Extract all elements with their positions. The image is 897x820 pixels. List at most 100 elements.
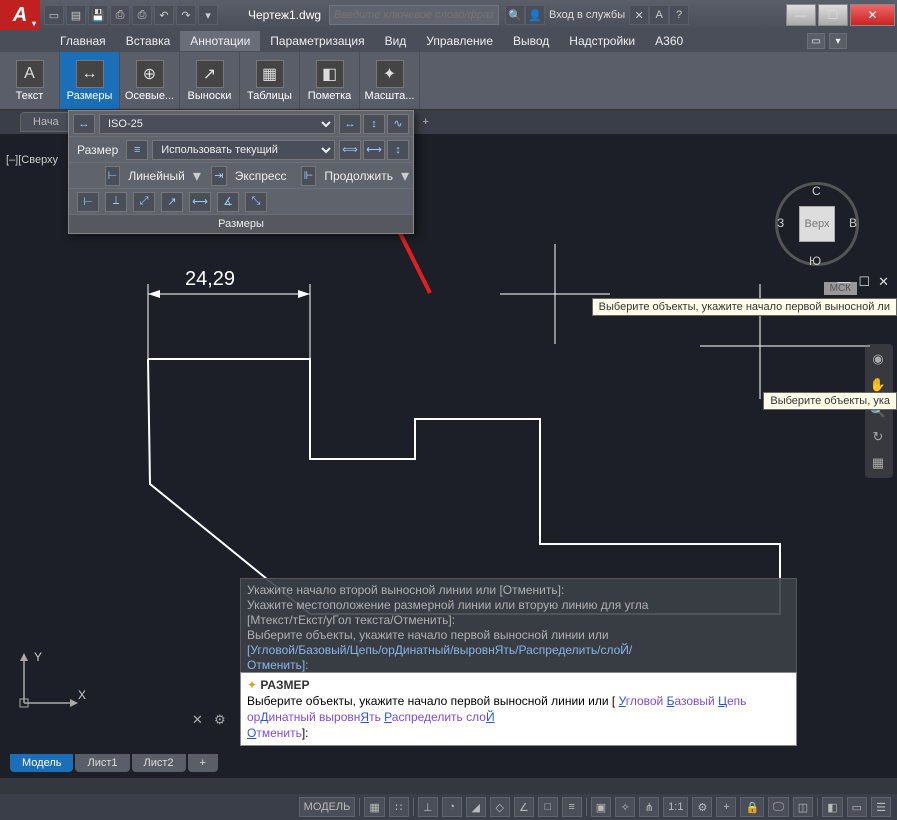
sb-clean-icon[interactable]: ▭ <box>847 797 867 817</box>
dim-tool-icon[interactable]: ∿ <box>387 114 409 134</box>
tab-sheet2[interactable]: Лист2 <box>132 754 186 772</box>
menu-parametrize[interactable]: Параметризация <box>260 31 374 51</box>
tab-sheet1[interactable]: Лист1 <box>75 754 129 772</box>
cmd-option[interactable]: Цепь <box>718 694 746 708</box>
file-tab-start[interactable]: Нача <box>20 112 72 132</box>
sb-osnap-icon[interactable]: ◇ <box>490 797 510 817</box>
sb-gizmo-icon[interactable]: ✧ <box>615 797 635 817</box>
sb-gear-icon[interactable]: ⚙ <box>692 797 712 817</box>
command-line[interactable]: ✦ РАЗМЕР Выберите объекты, укажите начал… <box>240 672 797 746</box>
sb-scale[interactable]: 1:1 <box>663 797 688 817</box>
ribbon-scale[interactable]: ✦Масшта... <box>360 52 420 109</box>
qat-undo-icon[interactable]: ↶ <box>154 5 174 25</box>
qat-saveas-icon[interactable]: ⎙ <box>110 5 130 25</box>
dim-subtool-icon[interactable]: ⤡ <box>245 192 267 212</box>
menu-addins[interactable]: Надстройки <box>559 31 645 51</box>
dim-subtool-icon[interactable]: ⊢ <box>77 192 99 212</box>
sb-lineweight-icon[interactable]: ≡ <box>562 797 582 817</box>
sb-iso2-icon[interactable]: ◧ <box>822 797 842 817</box>
ribbon-centerlines[interactable]: ⊕Осевые... <box>120 52 180 109</box>
sb-otrack-icon[interactable]: ∠ <box>514 797 534 817</box>
menu-output[interactable]: Вывод <box>503 31 559 51</box>
viewcube-face[interactable]: Верх <box>799 206 835 242</box>
dim-subtool-icon[interactable]: ⟘ <box>105 192 127 212</box>
continue-icon[interactable]: ⊩ <box>301 166 317 186</box>
sb-osnap2-icon[interactable]: □ <box>538 797 558 817</box>
qat-new-icon[interactable]: ▭ <box>44 5 64 25</box>
tab-plus-icon[interactable]: + <box>416 116 436 128</box>
express-icon[interactable]: ⇥ <box>211 166 227 186</box>
menu-home[interactable]: Главная <box>50 31 116 51</box>
sb-lock-icon[interactable]: 🔒 <box>740 797 764 817</box>
ribbon-markup[interactable]: ◧Пометка <box>300 52 360 109</box>
menu-view[interactable]: Вид <box>375 31 417 51</box>
cmd-settings-icon[interactable]: ⚙ <box>214 712 232 730</box>
dim-subtool-icon[interactable]: ⟷ <box>189 192 211 212</box>
dim-tool-icon[interactable]: ⟷ <box>363 140 385 160</box>
qat-save-icon[interactable]: 💾 <box>88 5 108 25</box>
viewcube[interactable]: Верх С Ю З В <box>767 174 867 274</box>
cmd-close-icon[interactable]: ✕ <box>192 712 210 730</box>
sb-monitor-icon[interactable]: 🖵 <box>768 797 789 817</box>
express-button[interactable]: Экспресс <box>231 169 291 183</box>
qat-print-icon[interactable]: ⎙ <box>132 5 152 25</box>
keyword-search-input[interactable] <box>329 5 499 25</box>
dim-subtool-icon[interactable]: ⤢ <box>133 192 155 212</box>
cmd-option[interactable]: орДинатный <box>247 710 316 724</box>
ribbon-text[interactable]: АТекст <box>0 52 60 109</box>
sb-iso-icon[interactable]: ◢ <box>466 797 486 817</box>
menu-insert[interactable]: Вставка <box>116 31 181 51</box>
dim-tool-icon[interactable]: ↕ <box>363 114 385 134</box>
cmd-option[interactable]: выровнЯть <box>319 710 381 724</box>
maximize-button[interactable]: ☐ <box>818 4 848 26</box>
cmd-option[interactable]: слоЙ <box>466 710 494 724</box>
minimize-button[interactable]: — <box>786 4 816 26</box>
help-icon[interactable]: ? <box>669 5 689 25</box>
linear-dim-icon[interactable]: ⊢ <box>105 166 121 186</box>
sb-model[interactable]: МОДЕЛЬ <box>299 797 356 817</box>
sb-filter-icon[interactable]: ⋔ <box>639 797 659 817</box>
qat-more-icon[interactable]: ▾ <box>198 5 218 25</box>
sb-menu-icon[interactable]: ☰ <box>871 797 891 817</box>
viewcube-west[interactable]: З <box>777 216 784 230</box>
showmenu-icon[interactable]: ▦ <box>867 452 889 474</box>
panel-icon[interactable]: ▭ <box>807 33 825 49</box>
tab-model[interactable]: Модель <box>10 754 73 772</box>
qat-open-icon[interactable]: ▤ <box>66 5 86 25</box>
doc-close-icon[interactable]: ✕ <box>878 274 889 290</box>
layer-select[interactable]: Использовать текущий <box>152 140 335 160</box>
cmd-option[interactable]: Распределить <box>384 710 463 724</box>
qat-redo-icon[interactable]: ↷ <box>176 5 196 25</box>
ribbon-dimensions[interactable]: ↔Размеры <box>60 52 120 109</box>
sb-snap-icon[interactable]: ∷ <box>389 797 409 817</box>
cmd-option[interactable]: Базовый <box>667 694 715 708</box>
ribbon-tables[interactable]: ▦Таблицы <box>240 52 300 109</box>
viewcube-north[interactable]: С <box>812 184 821 198</box>
dimension-main-icon[interactable]: ↔ <box>73 114 95 134</box>
sb-sel-icon[interactable]: ▣ <box>591 797 611 817</box>
sb-ortho-icon[interactable]: ⊥ <box>418 797 438 817</box>
linear-button[interactable]: Линейный <box>124 169 189 183</box>
continue-button[interactable]: Продолжить <box>320 169 397 183</box>
sb-plus-icon[interactable]: + <box>716 797 736 817</box>
exchange-icon[interactable]: ✕ <box>629 5 649 25</box>
signin-link[interactable]: Вход в службы <box>549 9 625 21</box>
a360-icon[interactable]: A <box>649 5 669 25</box>
tab-add-icon[interactable]: + <box>188 754 218 772</box>
cmd-option[interactable]: Угловой <box>619 694 664 708</box>
menu-a360[interactable]: A360 <box>645 31 693 51</box>
dim-subtool-icon[interactable]: ∡ <box>217 192 239 212</box>
full-nav-icon[interactable]: ◉ <box>867 348 889 370</box>
sb-grid-icon[interactable]: ▦ <box>364 797 384 817</box>
dim-subtool-icon[interactable]: ↗ <box>161 192 183 212</box>
user-icon[interactable]: 👤 <box>525 5 545 25</box>
viewcube-east[interactable]: В <box>849 216 857 230</box>
dim-tool-icon[interactable]: ⟺ <box>339 140 361 160</box>
close-button[interactable]: ✕ <box>850 4 895 26</box>
app-logo[interactable]: A <box>0 0 40 30</box>
menu-annotations[interactable]: Аннотации <box>180 31 260 51</box>
orbit-icon[interactable]: ↻ <box>867 426 889 448</box>
doc-max-icon[interactable]: ☐ <box>858 274 870 290</box>
viewcube-south[interactable]: Ю <box>809 254 821 268</box>
ribbon-leaders[interactable]: ↗Выноски <box>180 52 240 109</box>
